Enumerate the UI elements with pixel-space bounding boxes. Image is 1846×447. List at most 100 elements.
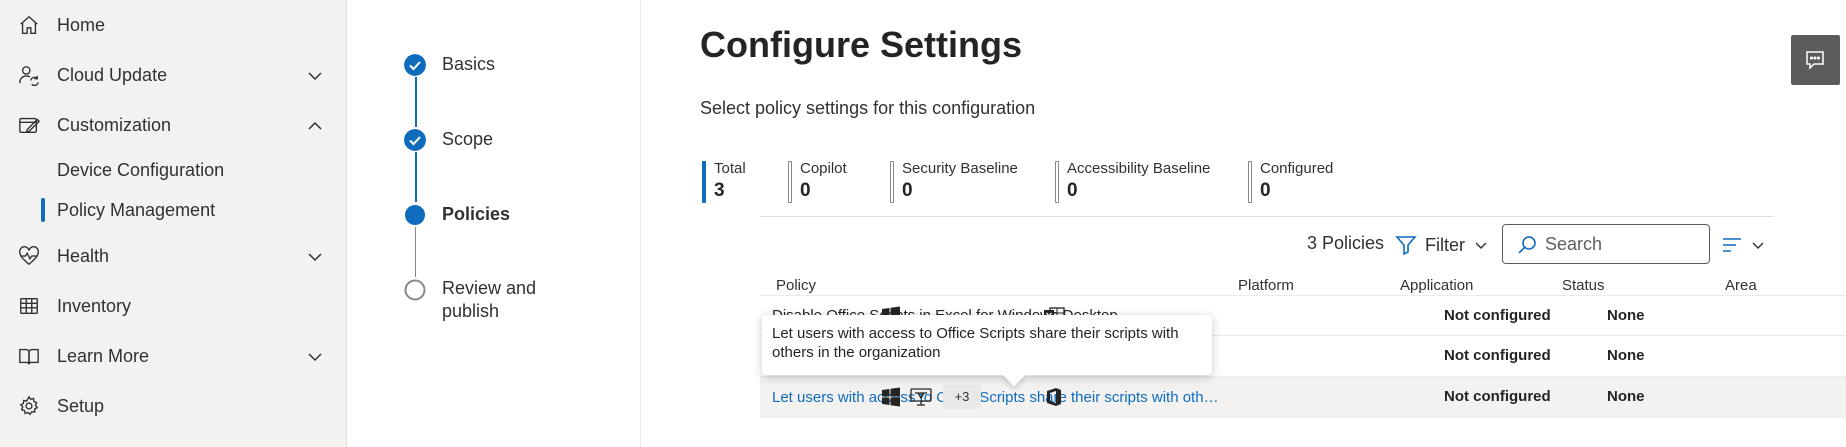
nav-item-label: Inventory: [57, 295, 132, 316]
stat-indicator: [1055, 161, 1059, 203]
step-connector: [415, 152, 417, 202]
nav-item-cloud-update[interactable]: Cloud Update: [0, 55, 347, 95]
selected-indicator: [41, 198, 45, 222]
chevron-down-icon[interactable]: [306, 67, 324, 85]
wizard-steps: Basics Scope Policies Review and publish: [348, 0, 641, 447]
view-options-button[interactable]: [1720, 232, 1770, 258]
sub-item-label: Policy Management: [57, 199, 216, 220]
nav-item-setup[interactable]: Setup: [0, 386, 347, 426]
stat-label: Security Baseline: [902, 160, 1018, 177]
stat-indicator: [702, 161, 706, 203]
policy-count: 3 Policies: [1307, 233, 1385, 253]
gear-icon: [19, 395, 39, 416]
chevron-down-icon[interactable]: [306, 248, 324, 266]
stat-copilot[interactable]: Copilot 0: [788, 160, 847, 204]
list-view-icon: [1723, 238, 1741, 252]
nav-item-label: Health: [57, 245, 110, 266]
chevron-down-icon: [1475, 242, 1487, 249]
feedback-icon: [1806, 51, 1824, 70]
pending-step-icon: [404, 279, 426, 301]
stat-security-baseline[interactable]: Security Baseline 0: [890, 160, 1018, 204]
nav-item-label: Customization: [57, 114, 172, 135]
status-value: Not configured: [1444, 307, 1551, 324]
step-label: Review and: [442, 278, 537, 298]
heart-pulse-icon: [19, 246, 39, 266]
more-platforms-badge[interactable]: +3: [943, 385, 981, 409]
feedback-button[interactable]: [1791, 35, 1840, 85]
home-icon: [20, 15, 38, 34]
area-value: None: [1607, 347, 1645, 364]
column-header-application[interactable]: Application: [1400, 277, 1473, 294]
nav-item-inventory[interactable]: Inventory: [0, 286, 347, 326]
checkmark-circle-icon: [404, 54, 426, 76]
office-icon: [1047, 388, 1061, 406]
column-header-platform[interactable]: Platform: [1238, 277, 1294, 294]
nav-item-label: Setup: [57, 395, 105, 416]
stat-total[interactable]: Total 3: [702, 160, 746, 204]
table-row[interactable]: Let users with access to Office Scripts …: [760, 377, 1846, 418]
step-connector: [415, 227, 416, 277]
stat-accessibility-baseline[interactable]: Accessibility Baseline 0: [1055, 160, 1210, 204]
policy-tooltip: Let users with access to Office Scripts …: [762, 315, 1212, 387]
stat-label: Copilot: [800, 160, 847, 177]
step-label: Scope: [442, 129, 494, 149]
search-box[interactable]: [1502, 224, 1710, 264]
left-navigation: Home Cloud Update Customization Device C…: [0, 0, 347, 447]
stat-configured[interactable]: Configured 0: [1248, 160, 1333, 204]
nav-item-label: Learn More: [57, 345, 150, 366]
stat-label: Configured: [1260, 160, 1334, 177]
stat-value: 0: [902, 180, 913, 201]
column-header-policy[interactable]: Policy: [776, 277, 816, 294]
stat-indicator: [788, 161, 792, 203]
page-title: Configure Settings: [700, 24, 1022, 65]
sidebar-item-policy-management[interactable]: Policy Management: [0, 193, 347, 227]
policy-link[interactable]: Let users with access to Office Scripts …: [772, 389, 1222, 406]
search-input[interactable]: [1545, 233, 1701, 255]
stat-label: Total: [714, 160, 746, 177]
nav-item-learn-more[interactable]: Learn More: [0, 336, 347, 376]
stat-value: 0: [1260, 180, 1271, 201]
filter-button[interactable]: Filter: [1395, 230, 1489, 260]
nav-item-health[interactable]: Health: [0, 236, 347, 276]
divider: [760, 216, 1774, 217]
chevron-down-icon: [1752, 242, 1764, 249]
checkmark-circle-icon: [404, 129, 426, 151]
page-subtitle: Select policy settings for this configur…: [700, 98, 1036, 118]
status-value: Not configured: [1444, 388, 1551, 405]
search-icon: [1518, 236, 1536, 254]
column-header-status[interactable]: Status: [1562, 277, 1605, 294]
area-value: None: [1607, 307, 1645, 324]
main-content: Configure Settings Select policy setting…: [642, 0, 1846, 447]
tooltip-text: Let users with access to Office Scripts …: [772, 325, 1179, 361]
step-label: Policies: [442, 204, 511, 224]
stat-value: 0: [1067, 180, 1078, 201]
person-sync-icon: [19, 66, 39, 86]
nav-item-label: Cloud Update: [57, 64, 168, 85]
sidebar-item-device-configuration[interactable]: Device Configuration: [0, 153, 347, 187]
column-header-area[interactable]: Area: [1725, 277, 1757, 294]
edit-window-icon: [19, 117, 40, 134]
nav-item-label: Home: [57, 14, 106, 35]
chevron-down-icon[interactable]: [306, 348, 324, 366]
windows-icon: [882, 387, 900, 407]
nav-item-customization[interactable]: Customization: [0, 105, 347, 145]
stat-label: Accessibility Baseline: [1067, 160, 1211, 177]
nav-item-home[interactable]: Home: [0, 5, 347, 45]
table-icon: [20, 297, 38, 315]
filter-label: Filter: [1425, 234, 1465, 255]
stat-indicator: [890, 161, 894, 203]
step-label-line-2: publish: [442, 301, 500, 321]
chevron-up-icon[interactable]: [306, 117, 324, 135]
step-connector: [415, 77, 417, 127]
web-monitor-icon: [910, 388, 932, 406]
stat-value: 3: [714, 180, 725, 201]
book-icon: [19, 348, 39, 365]
sub-item-label: Device Configuration: [57, 159, 225, 180]
step-label: Basics: [442, 54, 496, 74]
current-step-icon: [405, 205, 425, 225]
status-value: Not configured: [1444, 347, 1551, 364]
stat-indicator: [1248, 161, 1252, 203]
filter-icon: [1395, 236, 1417, 256]
stat-value: 0: [800, 180, 811, 201]
area-value: None: [1607, 388, 1645, 405]
